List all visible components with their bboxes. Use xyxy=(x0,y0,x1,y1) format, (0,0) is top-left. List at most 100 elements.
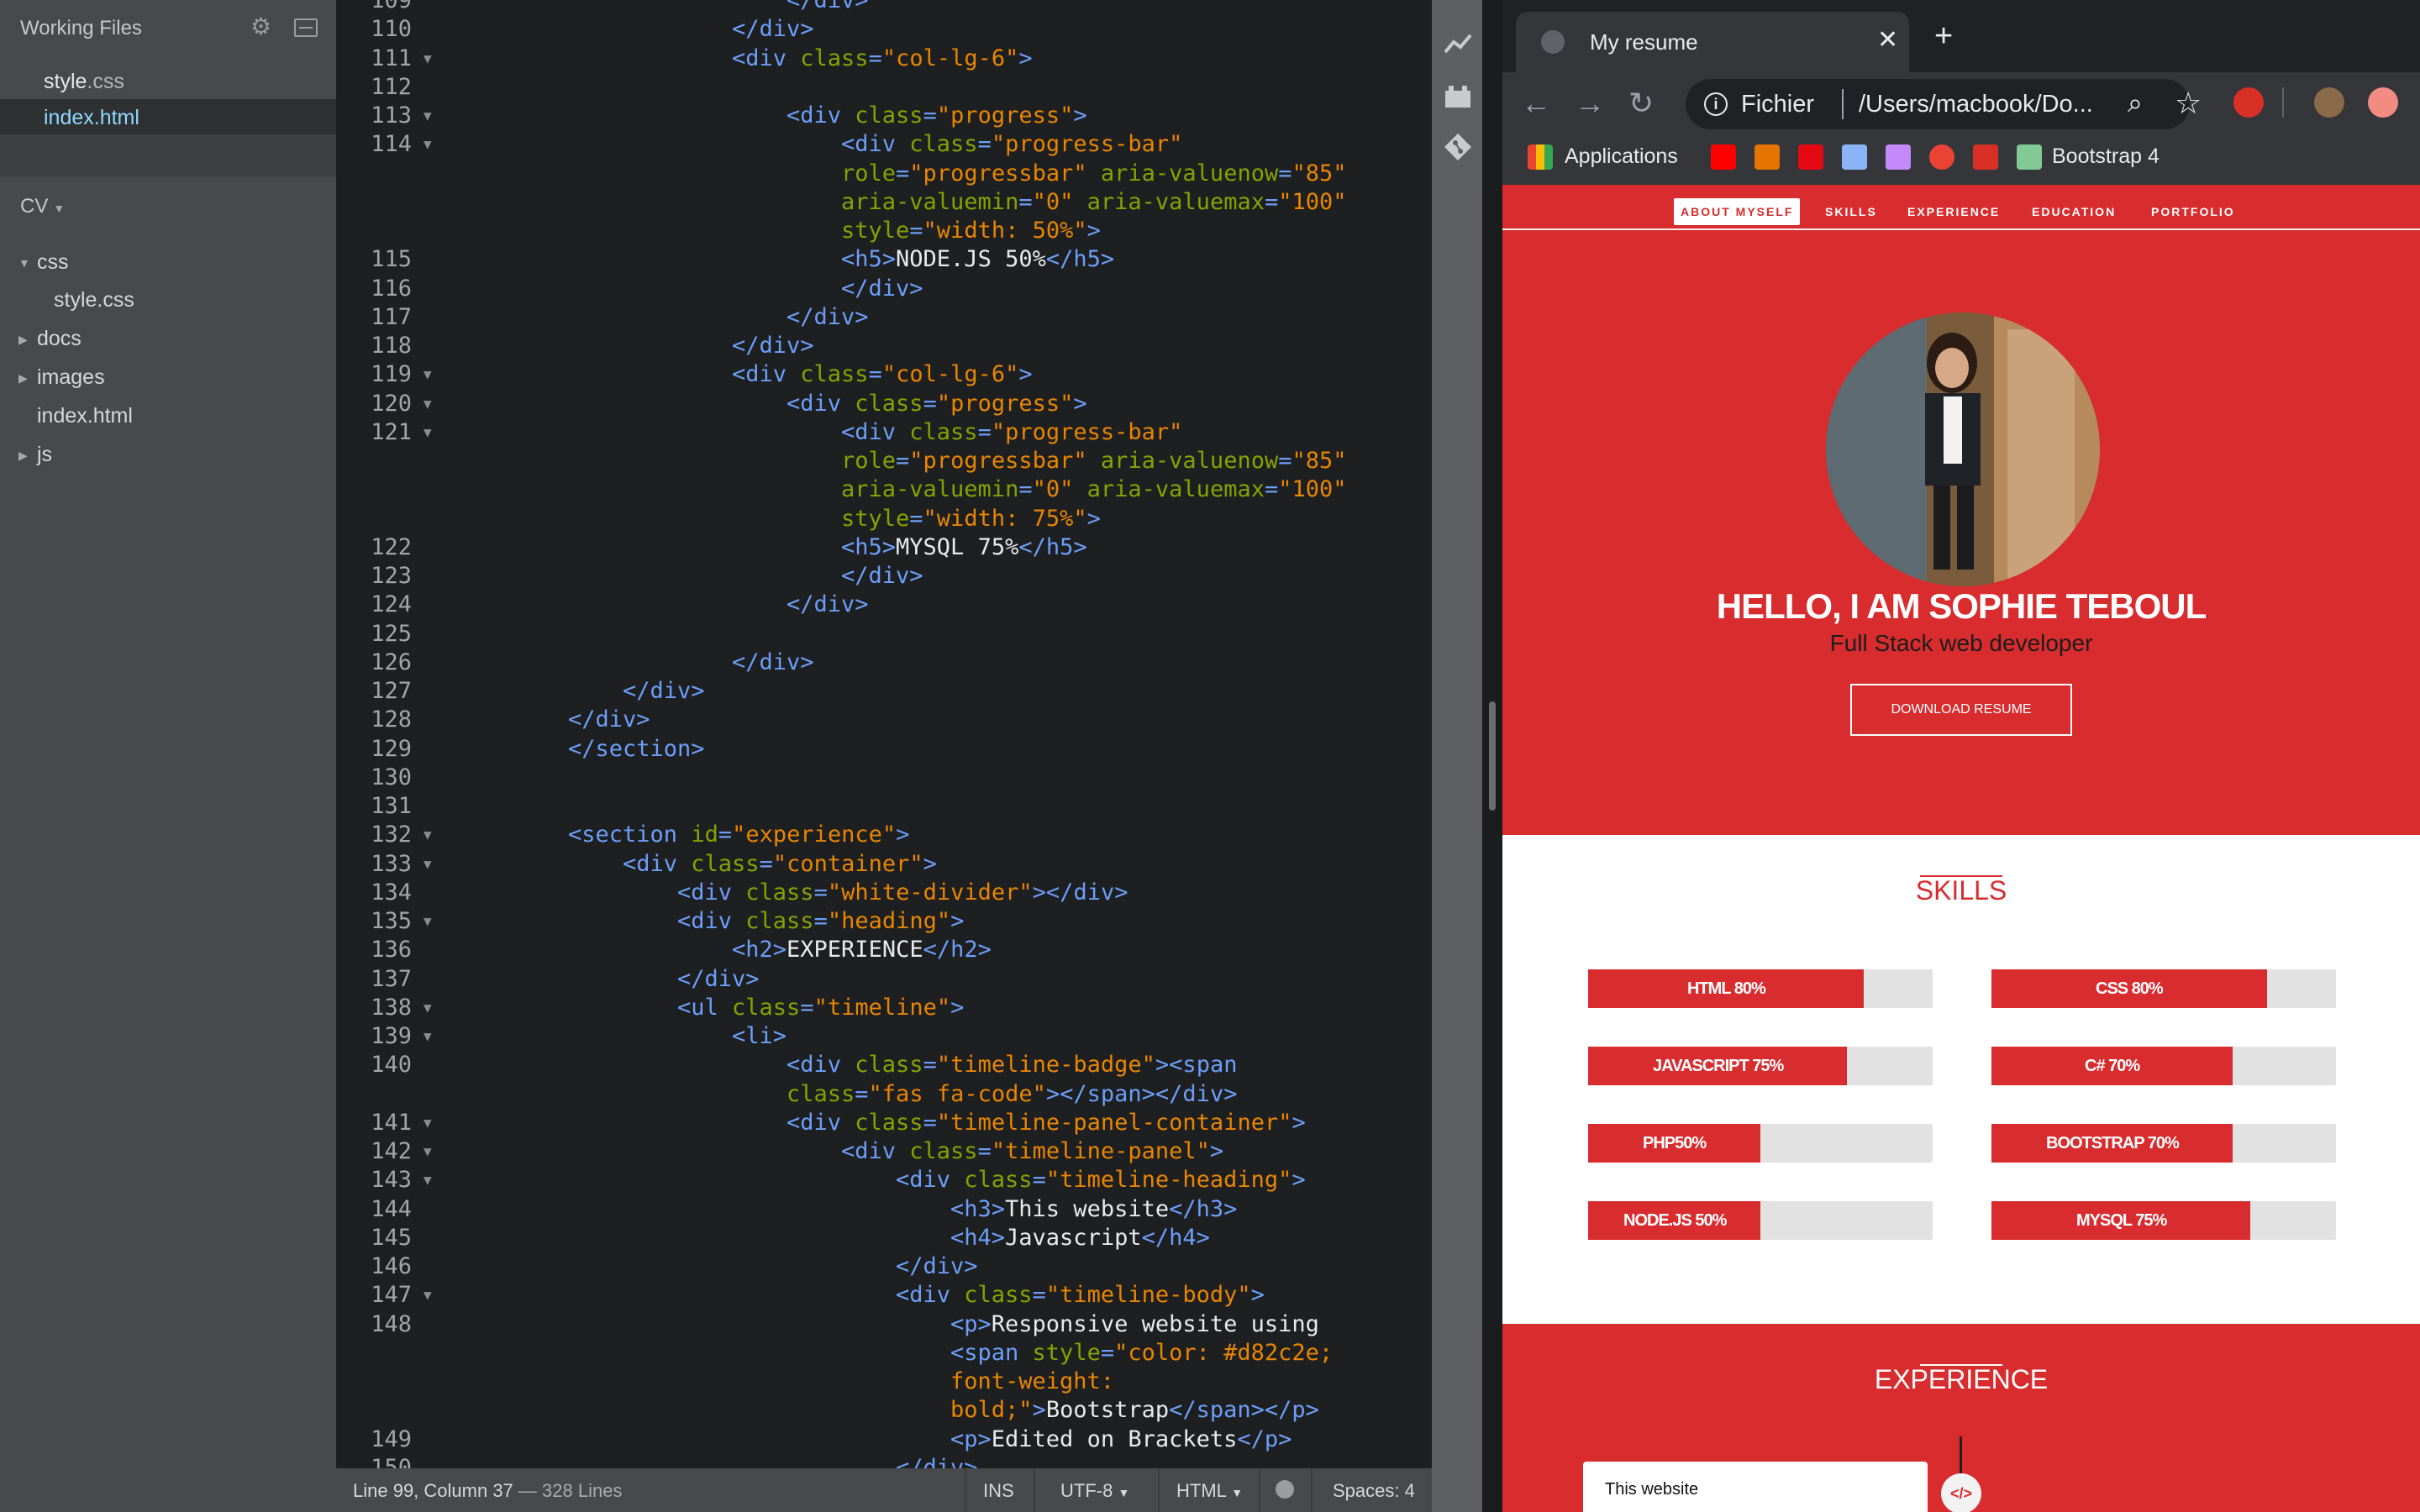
code-line[interactable]: 146 </div> xyxy=(336,1252,1432,1281)
fold-toggle-icon[interactable]: ▼ xyxy=(424,360,432,389)
code-line[interactable]: 122 <h5>MYSQL 75%</h5> xyxy=(336,533,1432,562)
nav-skills[interactable]: SKILLS xyxy=(1825,198,1877,225)
bookmark-icon[interactable] xyxy=(1754,144,1780,170)
code-line[interactable]: <span style="color: #d82c2e; xyxy=(336,1339,1432,1368)
code-line[interactable]: 125 xyxy=(336,620,1432,648)
close-icon[interactable]: ✕ xyxy=(1877,25,1898,55)
code-line[interactable]: 113 ▼ <div class="progress"> xyxy=(336,102,1432,130)
tree-folder-images[interactable]: ▶ images xyxy=(18,365,105,390)
code-line[interactable]: 119 ▼ <div class="col-lg-6"> xyxy=(336,360,1432,389)
profile-avatar[interactable] xyxy=(2314,87,2344,118)
udemy-icon[interactable] xyxy=(1973,144,1998,170)
download-resume-button[interactable]: DOWNLOAD RESUME xyxy=(1850,684,2072,736)
fold-toggle-icon[interactable]: ▼ xyxy=(424,130,432,159)
code-line[interactable]: 112 xyxy=(336,73,1432,102)
fold-toggle-icon[interactable]: ▼ xyxy=(424,850,432,879)
linter-status-icon[interactable] xyxy=(1276,1480,1294,1499)
encoding-select[interactable]: UTF-8 ▼ xyxy=(1060,1480,1129,1502)
language-select[interactable]: HTML ▼ xyxy=(1176,1480,1243,1502)
code-line[interactable]: 127 </div> xyxy=(336,677,1432,706)
code-line[interactable]: 110 </div> xyxy=(336,15,1432,44)
info-icon[interactable]: i xyxy=(1704,92,1728,116)
fold-toggle-icon[interactable]: ▼ xyxy=(424,45,432,73)
code-line[interactable]: 136 <h2>EXPERIENCE</h2> xyxy=(336,936,1432,964)
insert-mode-toggle[interactable]: INS xyxy=(983,1480,1014,1502)
code-line[interactable]: 131 xyxy=(336,792,1432,821)
code-line[interactable]: 132 ▼ <section id="experience"> xyxy=(336,821,1432,849)
code-line[interactable]: 135 ▼ <div class="heading"> xyxy=(336,907,1432,936)
back-arrow-icon[interactable]: ← xyxy=(1521,86,1551,121)
tree-folder-js[interactable]: ▶ js xyxy=(18,443,52,467)
update-icon[interactable] xyxy=(2368,87,2398,118)
extension-manager-icon[interactable] xyxy=(1444,82,1472,111)
code-line[interactable]: 123 </div> xyxy=(336,562,1432,591)
cursor-position[interactable]: Line 99, Column 37 — 328 Lines xyxy=(353,1480,622,1502)
browser-tab[interactable]: My resume ✕ xyxy=(1516,12,1909,72)
code-line[interactable]: 142 ▼ <div class="timeline-panel"> xyxy=(336,1137,1432,1166)
project-dropdown[interactable]: CV ▼ xyxy=(20,195,65,218)
tree-folder-css[interactable]: ▼ css xyxy=(18,250,69,275)
scrollbar-handle[interactable] xyxy=(1489,701,1496,811)
fold-toggle-icon[interactable]: ▼ xyxy=(424,390,432,418)
code-line[interactable]: aria-valuemin="0" aria-valuemax="100" xyxy=(336,188,1432,217)
fold-toggle-icon[interactable]: ▼ xyxy=(424,102,432,130)
fold-toggle-icon[interactable]: ▼ xyxy=(424,994,432,1022)
nav-education[interactable]: EDUCATION xyxy=(2032,198,2116,225)
code-line[interactable]: role="progressbar" aria-valuenow="85" xyxy=(336,160,1432,188)
tree-folder-docs[interactable]: ▶ docs xyxy=(18,327,82,351)
code-line[interactable]: 124 </div> xyxy=(336,591,1432,619)
youtube-icon[interactable] xyxy=(1711,144,1736,170)
fold-toggle-icon[interactable]: ▼ xyxy=(424,1022,432,1051)
code-line[interactable]: bold;">Bootstrap</span></p> xyxy=(336,1396,1432,1425)
code-line[interactable]: 128 </div> xyxy=(336,706,1432,734)
help-icon[interactable] xyxy=(1929,144,1954,170)
fold-toggle-icon[interactable]: ▼ xyxy=(424,1137,432,1166)
code-line[interactable]: 144 <h3>This website</h3> xyxy=(336,1195,1432,1224)
netflix-icon[interactable] xyxy=(1798,144,1823,170)
code-line[interactable]: style="width: 75%"> xyxy=(336,505,1432,533)
code-line[interactable]: 145 <h4>Javascript</h4> xyxy=(336,1224,1432,1252)
fold-toggle-icon[interactable]: ▼ xyxy=(424,418,432,447)
fold-toggle-icon[interactable]: ▼ xyxy=(424,1109,432,1137)
nav-portfolio[interactable]: PORTFOLIO xyxy=(2151,198,2235,225)
code-line[interactable]: 148 <p>Responsive website using xyxy=(336,1310,1432,1339)
tree-file-style-css[interactable]: style.css xyxy=(54,288,134,312)
code-line[interactable]: 118 </div> xyxy=(336,332,1432,360)
live-preview-icon[interactable] xyxy=(1444,30,1472,59)
bookmark-bootstrap[interactable]: Bootstrap 4 xyxy=(2052,144,2160,169)
code-line[interactable]: 141 ▼ <div class="timeline-panel-container… xyxy=(336,1109,1432,1137)
code-line[interactable]: 109 </div> xyxy=(336,0,1432,15)
code-line[interactable]: 129 </section> xyxy=(336,735,1432,764)
reload-icon[interactable]: ↻ xyxy=(1628,86,1654,121)
code-line[interactable]: 121 ▼ <div class="progress-bar" xyxy=(336,418,1432,447)
code-line[interactable]: 139 ▼ <li> xyxy=(336,1022,1432,1051)
nav-experience[interactable]: EXPERIENCE xyxy=(1907,198,2000,225)
adblock-extension-icon[interactable] xyxy=(2233,87,2264,118)
code-line[interactable]: aria-valuemin="0" aria-valuemax="100" xyxy=(336,475,1432,504)
code-line[interactable]: 143 ▼ <div class="timeline-heading"> xyxy=(336,1166,1432,1194)
code-line[interactable]: 115 <h5>NODE.JS 50%</h5> xyxy=(336,245,1432,274)
code-line[interactable]: 150 </div> xyxy=(336,1454,1432,1468)
fold-toggle-icon[interactable]: ▼ xyxy=(424,821,432,849)
code-line[interactable]: 138 ▼ <ul class="timeline"> xyxy=(336,994,1432,1022)
code-line[interactable]: 114 ▼ <div class="progress-bar" xyxy=(336,130,1432,159)
star-icon[interactable]: ☆ xyxy=(2175,86,2202,121)
split-view-icon[interactable] xyxy=(294,18,318,37)
address-bar[interactable]: i Fichier /Users/macbook/Do... xyxy=(1686,79,2190,129)
code-line[interactable]: 130 xyxy=(336,764,1432,792)
nav-about-myself[interactable]: ABOUT MYSELF xyxy=(1674,198,1801,225)
code-line[interactable]: 111 ▼ <div class="col-lg-6"> xyxy=(336,45,1432,73)
code-line[interactable]: 120 ▼ <div class="progress"> xyxy=(336,390,1432,418)
code-line[interactable]: 116 </div> xyxy=(336,275,1432,303)
code-line[interactable]: 134 <div class="white-divider"></div> xyxy=(336,879,1432,907)
tree-file-index-html[interactable]: index.html xyxy=(37,404,133,428)
code-line[interactable]: 149 <p>Edited on Brackets</p> xyxy=(336,1425,1432,1454)
code-line[interactable]: 147 ▼ <div class="timeline-body"> xyxy=(336,1281,1432,1310)
code-line[interactable]: role="progressbar" aria-valuenow="85" xyxy=(336,447,1432,475)
code-line[interactable]: class="fas fa-code"></span></div> xyxy=(336,1080,1432,1109)
fold-toggle-icon[interactable]: ▼ xyxy=(424,907,432,936)
code-line[interactable]: font-weight: xyxy=(336,1368,1432,1396)
bookmark-applications[interactable]: Applications xyxy=(1565,144,1678,169)
new-tab-button[interactable]: + xyxy=(1934,20,1953,52)
code-editor[interactable]: 109 </div> 110 </div> 111 ▼ <div class="col-lg… xyxy=(336,0,1432,1468)
